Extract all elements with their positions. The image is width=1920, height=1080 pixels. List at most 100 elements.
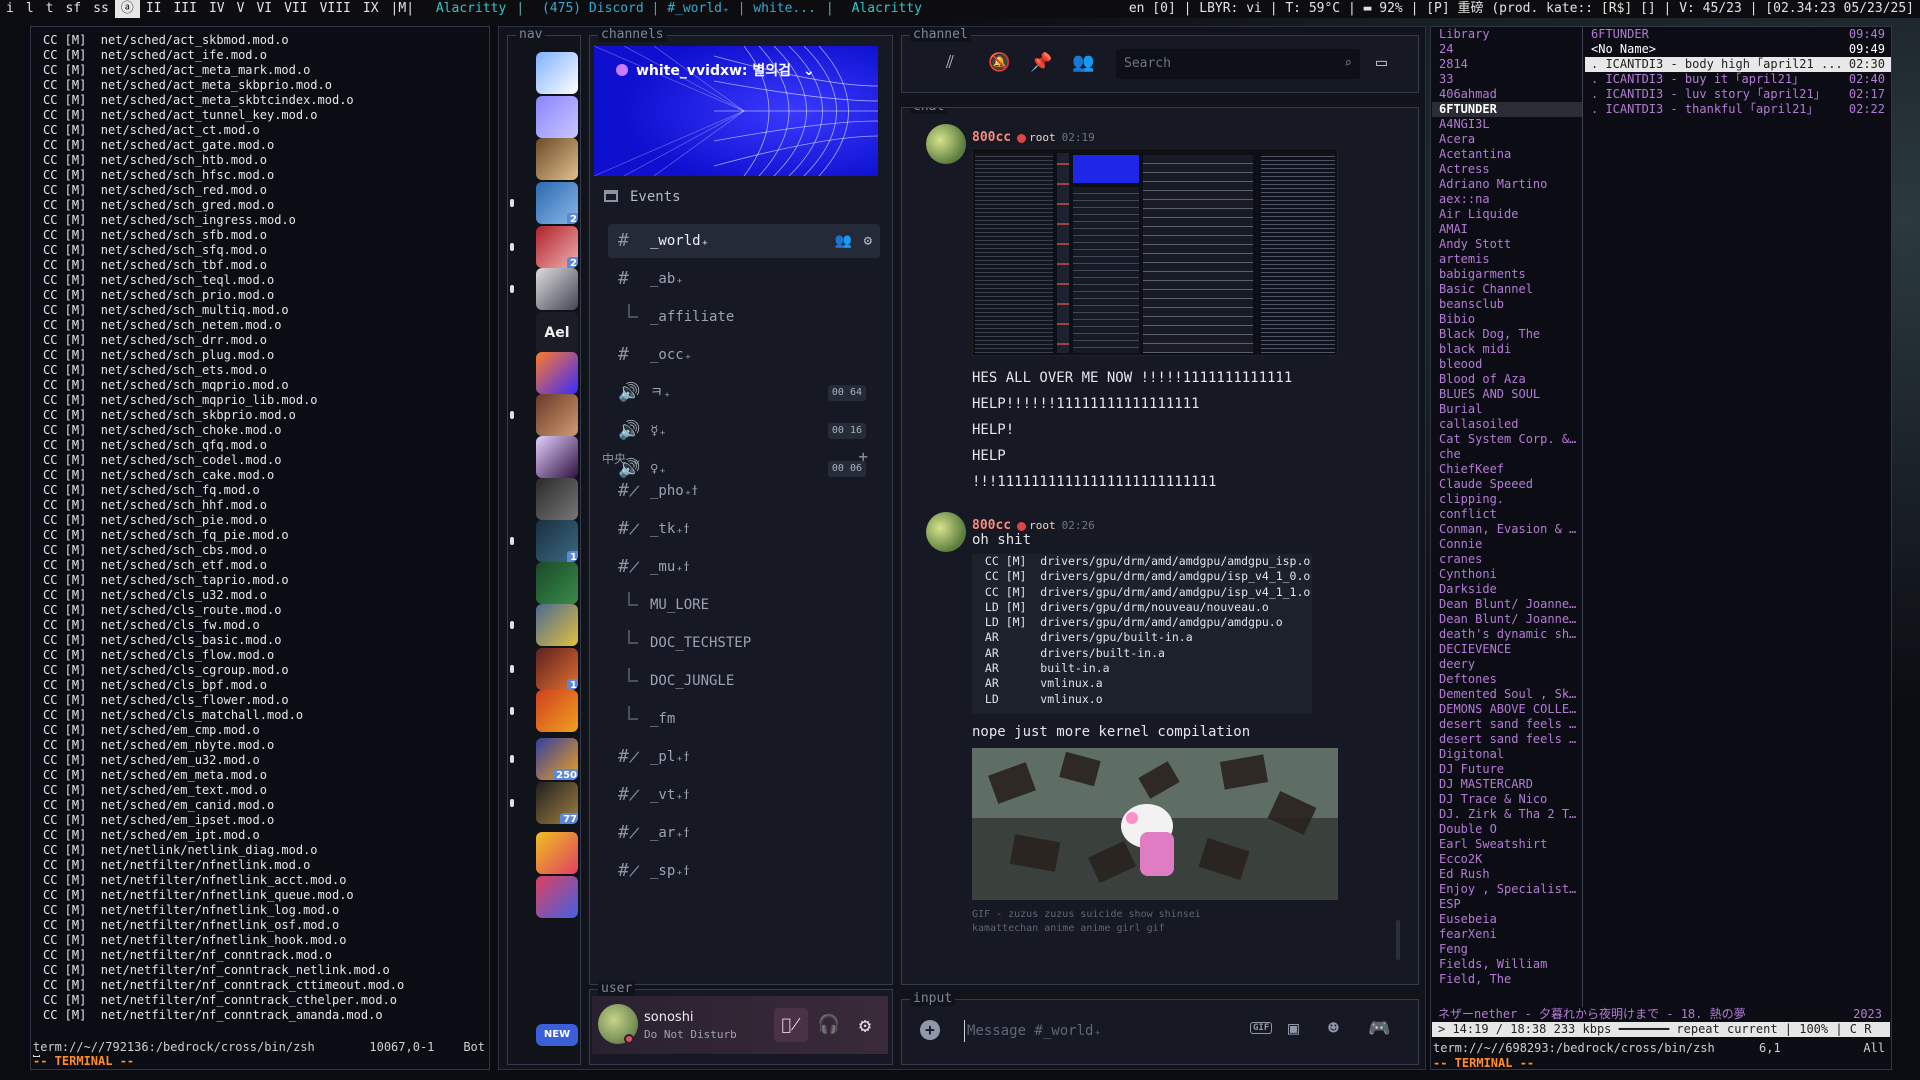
gif-icon[interactable]: GIF xyxy=(1250,1022,1273,1034)
workspace-7[interactable]: II xyxy=(140,0,168,18)
search-box[interactable]: Search ⌕ xyxy=(1116,49,1360,79)
server-banner[interactable]: white_vvidxw: 별의검 ⌄ xyxy=(594,46,878,176)
library-artist[interactable]: Acetantina xyxy=(1432,147,1582,162)
events-item[interactable]: Events xyxy=(600,180,870,214)
guild-icon[interactable] xyxy=(536,478,578,520)
library-artist[interactable]: Adriano Martino xyxy=(1432,177,1582,192)
library-artist[interactable]: Enjoy , Specialist X xyxy=(1432,882,1582,897)
playlist-pane[interactable]: 6FTUNDER 09:49 <No Name> 09:49 . ICANTDI3 … xyxy=(1585,27,1891,117)
track-row[interactable]: . ICANTDI3 - luv story ｢april21｣ 02:17 xyxy=(1585,87,1891,102)
workspace-4[interactable]: sf xyxy=(59,0,87,18)
library-artist[interactable]: Feng xyxy=(1432,942,1582,957)
add-member-icon[interactable]: 👥 xyxy=(835,224,852,258)
channel-item[interactable]: #̷ _sp₊ϯ xyxy=(608,854,880,888)
library-artist[interactable]: Acera xyxy=(1432,132,1582,147)
guild-icon[interactable] xyxy=(536,352,578,394)
channel-item[interactable]: _affiliate xyxy=(628,300,880,334)
guild-icon[interactable] xyxy=(536,562,578,604)
library-artist[interactable]: Air Liquide xyxy=(1432,207,1582,222)
workspace-1[interactable]: i xyxy=(0,0,20,18)
emoji-icon[interactable]: ☻ xyxy=(1328,1018,1339,1039)
channel-item[interactable]: #̷ _tk₊ϯ xyxy=(608,512,880,546)
library-artist[interactable]: Demented Soul , Ski... xyxy=(1432,687,1582,702)
library-artist[interactable]: deery xyxy=(1432,657,1582,672)
workspace-3[interactable]: t xyxy=(40,0,60,18)
members-icon[interactable]: 👥 xyxy=(1072,52,1094,73)
library-artist[interactable]: desert sand feels w... xyxy=(1432,732,1582,747)
chat-scrollbar[interactable] xyxy=(1396,920,1400,960)
workspace-list[interactable]: i l t sf ss ⓐ II III IV V VI VII VIII IX |M| xyxy=(0,0,420,18)
guild-icon[interactable]: 1 xyxy=(536,648,578,690)
library-artist[interactable]: Earl Sweatshirt xyxy=(1432,837,1582,852)
user-card[interactable]: sonoshi Do Not Disturb 🎙̸ 🎧 ⚙ xyxy=(592,996,888,1054)
add-attachment-icon[interactable]: + xyxy=(920,1020,940,1040)
library-artist[interactable]: Field, The xyxy=(1432,972,1582,987)
library-artist[interactable]: Deftones xyxy=(1432,672,1582,687)
guild-text-icon[interactable]: Ael xyxy=(536,312,578,354)
library-artist[interactable]: clipping. xyxy=(1432,492,1582,507)
library-artist[interactable]: AMAI xyxy=(1432,222,1582,237)
gif-embed[interactable] xyxy=(972,748,1338,900)
library-artist[interactable]: DJ Future xyxy=(1432,762,1582,777)
bar-title-discord[interactable]: (475) Discord | #_world₊ | white... xyxy=(534,0,824,18)
guild-icon[interactable]: 1 xyxy=(536,520,578,562)
library-artist[interactable]: DJ MASTERCARD xyxy=(1432,777,1582,792)
library-artist[interactable]: beansclub xyxy=(1432,297,1582,312)
workspace-12[interactable]: VII xyxy=(278,0,313,18)
library-artist[interactable]: Andy Stott xyxy=(1432,237,1582,252)
playback-status[interactable]: > 14:19 / 18:38 233 kbps ━━━━━━━ repeat … xyxy=(1432,1022,1890,1037)
channel-item[interactable]: #̷ _ar₊ϯ xyxy=(608,816,880,850)
workspace-5[interactable]: ss xyxy=(87,0,115,18)
library-artist[interactable]: Conman, Evasion & M... xyxy=(1432,522,1582,537)
channel-item[interactable]: # _occ₊ xyxy=(608,338,880,372)
library-artist[interactable]: black midi xyxy=(1432,342,1582,357)
library-artist[interactable]: Connie xyxy=(1432,537,1582,552)
music-player-terminal[interactable]: Library 24 2814 33 406ahmad 6FTUNDER A4NGI3L A… xyxy=(1430,26,1892,1070)
library-artist[interactable]: 33 xyxy=(1432,72,1582,87)
track-row[interactable]: . ICANTDI3 - buy it ｢april21｣ 02:40 xyxy=(1585,72,1891,87)
library-artist[interactable]: Digitonal xyxy=(1432,747,1582,762)
message-avatar[interactable] xyxy=(926,512,966,552)
library-artist[interactable]: death's dynamic shr... xyxy=(1432,627,1582,642)
category-header[interactable]: 中央 ⌄ + xyxy=(602,447,882,467)
library-artist[interactable]: fearXeni xyxy=(1432,927,1582,942)
guild-icon[interactable] xyxy=(536,604,578,646)
workspace-8[interactable]: III xyxy=(167,0,202,18)
message-author[interactable]: 800cc xyxy=(972,130,1011,145)
library-artist[interactable]: Cynthoni xyxy=(1432,567,1582,582)
guild-icon[interactable] xyxy=(536,96,578,138)
add-channel-icon[interactable]: + xyxy=(858,447,868,466)
channel-item[interactable]: #̷ _mu₊ϯ xyxy=(608,550,880,584)
server-name-row[interactable]: white_vvidxw: 별의검 ⌄ xyxy=(616,60,815,80)
message-image[interactable] xyxy=(972,148,1338,356)
threads-icon[interactable]: ⫽ xyxy=(946,52,954,73)
workspace-13[interactable]: VIII xyxy=(314,0,357,18)
workspace-14[interactable]: IX xyxy=(357,0,385,18)
channel-item[interactable]: DOC_TECHSTEP xyxy=(628,626,880,660)
channel-item[interactable]: 🔊 ㅋ₊ 00 64 xyxy=(608,376,880,410)
library-artist[interactable]: DJ. Zirk & Tha 2 Th... xyxy=(1432,807,1582,822)
sticker-icon[interactable]: ▣ xyxy=(1288,1018,1299,1039)
library-artist[interactable]: Dean Blunt/ Joanne ... xyxy=(1432,597,1582,612)
library-artist[interactable]: Double O xyxy=(1432,822,1582,837)
workspace-11[interactable]: VI xyxy=(250,0,278,18)
library-artist[interactable]: DECIEVENCE xyxy=(1432,642,1582,657)
new-guild-button[interactable]: NEW xyxy=(536,1024,578,1046)
workspace-9[interactable]: IV xyxy=(203,0,231,18)
library-artist[interactable]: aex::na xyxy=(1432,192,1582,207)
library-artist[interactable]: Actress xyxy=(1432,162,1582,177)
discord-window[interactable]: nav 2 2 Ael 1 1 250 77 NEW channels white_vvidx… xyxy=(498,26,1426,1070)
guild-icon[interactable]: 2 xyxy=(536,226,578,268)
track-row[interactable]: . ICANTDI3 - thankful ｢april21｣ 02:22 xyxy=(1585,102,1891,117)
library-artist[interactable]: babigarments xyxy=(1432,267,1582,282)
library-artist[interactable]: DJ Trace & Nico xyxy=(1432,792,1582,807)
library-artist[interactable]: Claude Speeed xyxy=(1432,477,1582,492)
track-row[interactable]: . ICANTDI3 - body high ｢april21 ... 02:30 xyxy=(1585,57,1891,72)
library-artist[interactable]: BLUES AND SOUL xyxy=(1432,387,1582,402)
channel-item[interactable]: #̷ _vt₊ϯ xyxy=(608,778,880,812)
channel-item[interactable]: #̷ _pho₊ϯ xyxy=(608,474,880,508)
guild-icon[interactable] xyxy=(536,690,578,732)
library-artist[interactable]: Ed Rush xyxy=(1432,867,1582,882)
library-artist[interactable]: ESP xyxy=(1432,897,1582,912)
library-artist[interactable]: artemis xyxy=(1432,252,1582,267)
